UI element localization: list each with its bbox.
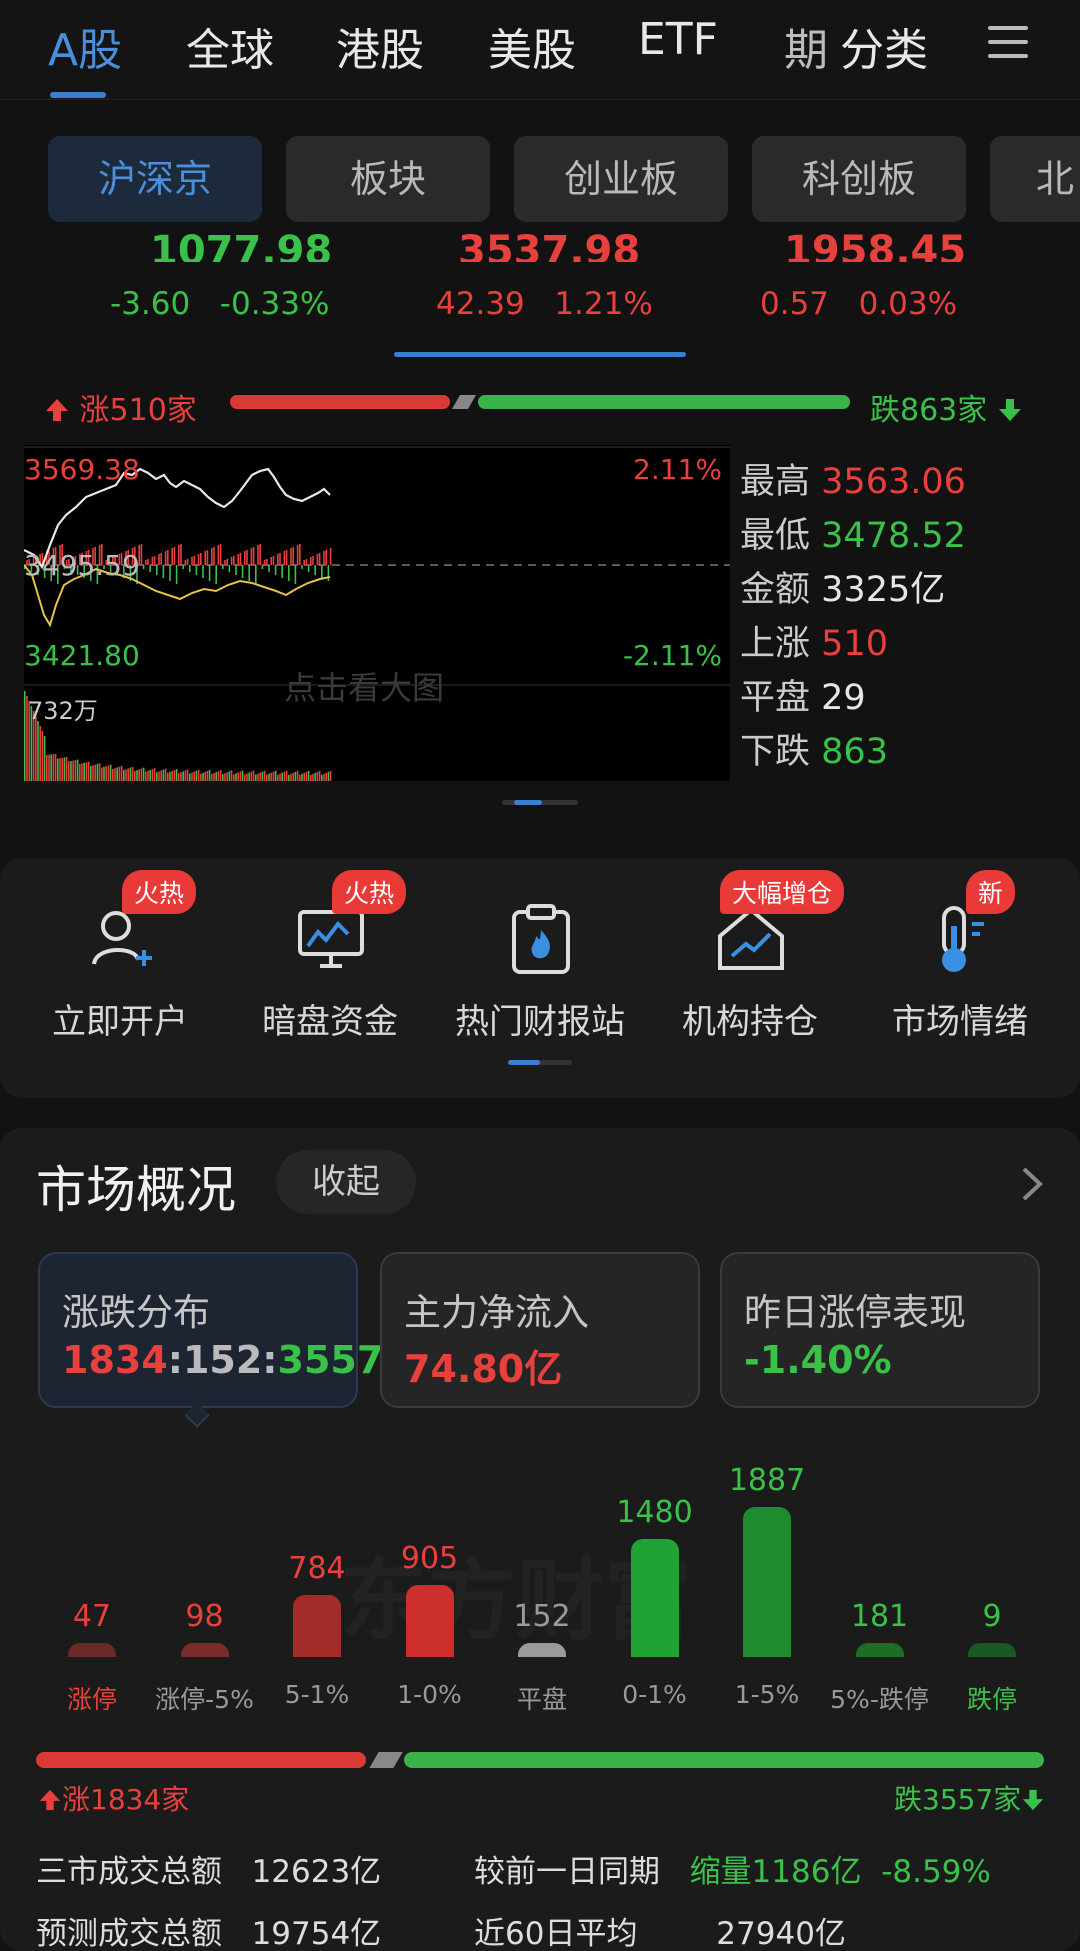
distribution-bar (518, 1643, 566, 1657)
distribution-label: 平盘 (516, 1685, 567, 1714)
tab-us[interactable]: 美股 (488, 14, 576, 78)
page-indicator (502, 800, 578, 805)
arrow-up-icon (39, 1789, 61, 1811)
distribution-value: 181 (850, 1598, 909, 1634)
subtab-hushenjing[interactable]: 沪深京 (48, 136, 262, 222)
stat-high: 最高 3563.06 (740, 462, 966, 502)
distribution-value: 784 (288, 1550, 346, 1586)
distribution-value: 152 (513, 1599, 571, 1634)
up-total: 涨1834家 (38, 1778, 189, 1818)
up-ratio-bar (36, 1752, 366, 1768)
distribution-value: 905 (400, 1541, 459, 1577)
tab-category[interactable]: 分类 (840, 14, 928, 78)
tab-a-shares[interactable]: A股 (48, 14, 122, 78)
stat-down: 下跌 863 (740, 732, 888, 772)
chart-high-pct: 2.11% (633, 453, 722, 486)
down-ratio-bar (478, 395, 850, 409)
chart-low-pct: -2.11% (622, 639, 722, 672)
tab-futures[interactable]: 期 (784, 14, 828, 78)
shortcut-page-indicator (508, 1060, 572, 1065)
stat-low: 最低 3478.52 (740, 516, 966, 556)
stat-amount: 金额 3325亿 (740, 570, 946, 610)
chart-watermark: 点击看大图 (284, 669, 445, 707)
distribution-label: 5-1% (284, 1680, 350, 1709)
distribution-label: 1-5% (734, 1680, 800, 1709)
active-tab-indicator (50, 92, 106, 98)
distribution-value: 1887 (728, 1463, 806, 1498)
hot-badge: 火热 (122, 870, 197, 914)
volume-label: 732万 (28, 697, 98, 725)
distribution-bar (293, 1594, 341, 1657)
index-stats: 最高 3563.06 最低 3478.52 金额 3325亿 上涨 510 平盘… (740, 455, 966, 779)
market-title: 市场概况 (36, 1161, 236, 1219)
chart-low-label: 3421.80 (24, 639, 140, 672)
distribution-label: 涨停 (66, 1685, 117, 1714)
stat-up: 上涨 510 (740, 624, 888, 664)
chart-high-label: 3569.38 (24, 453, 140, 486)
index-value[interactable]: 3537.98 (458, 228, 640, 262)
chart-mid-label: 3495.59 (24, 549, 140, 582)
distribution-bar (630, 1539, 679, 1657)
down-count: 跌863家 (870, 385, 1023, 429)
index-change: 0.57 0.03% (760, 286, 958, 322)
subtab-chinext[interactable]: 创业板 (514, 136, 728, 222)
index-change: 42.39 1.21% (436, 286, 653, 322)
distribution-bar (743, 1507, 791, 1657)
distribution-value: 47 (72, 1599, 112, 1634)
distribution-value: 1480 (616, 1495, 693, 1531)
rise-fall-distribution-box[interactable]: 涨跌分布 1834:152:3557 (38, 1252, 383, 1408)
stat-flat: 平盘 29 (740, 678, 866, 718)
up-ratio-bar (230, 395, 450, 409)
index-change: -3.60 -0.33% (110, 286, 330, 322)
intraday-chart[interactable]: 3569.38 3495.59 3421.80 2.11% -2.11% 732… (23, 445, 730, 781)
flat-ratio-bar (451, 395, 477, 409)
distribution-label: 5%-跌停 (830, 1685, 929, 1714)
collapse-button[interactable]: 收起 (276, 1150, 416, 1214)
distribution-value: 9 (982, 1599, 1002, 1634)
market-tab-bar: A股 全球 港股 美股 ETF 期 分类 (0, 0, 1080, 100)
increase-badge: 大幅增仓 (720, 870, 845, 914)
avg-row: 近60日平均 27940亿 (474, 1916, 846, 1951)
index-value[interactable]: 1958.45 (784, 228, 966, 262)
down-total: 跌3557家 (894, 1778, 1045, 1818)
up-count: 涨510家 (44, 385, 197, 429)
subtab-sector[interactable]: 板块 (286, 136, 490, 222)
distribution-label: 涨停-5% (155, 1685, 254, 1714)
tab-hk[interactable]: 港股 (336, 14, 424, 78)
turnover-row: 三市成交总额 12623亿 (36, 1854, 382, 1890)
hot-badge: 火热 (332, 870, 407, 914)
tab-etf[interactable]: ETF (638, 14, 718, 65)
distribution-bar (68, 1643, 116, 1657)
main-inflow-box[interactable]: 主力净流入 74.80亿 (380, 1252, 700, 1408)
index-carousel-indicator (394, 352, 686, 357)
distribution-bar (855, 1642, 904, 1657)
distribution-bar (180, 1643, 229, 1657)
distribution-bar (968, 1643, 1016, 1657)
subtab-star[interactable]: 科创板 (752, 136, 966, 222)
down-ratio-bar (404, 1752, 1044, 1768)
tab-global[interactable]: 全球 (186, 14, 274, 78)
compare-row: 较前一日同期 缩量1186亿 -8.59% (474, 1854, 991, 1890)
new-badge: 新 (966, 870, 1016, 914)
distribution-label: 跌停 (966, 1685, 1017, 1714)
distribution-value: 98 (185, 1599, 224, 1634)
chevron-right-icon[interactable] (1020, 1166, 1044, 1202)
arrow-up-icon (46, 399, 68, 421)
limit-up-performance-box[interactable]: 昨日涨停表现 -1.40% (720, 1252, 1040, 1408)
subtab-bse[interactable]: 北 (990, 136, 1080, 222)
fire-clipboard-icon (512, 904, 570, 974)
arrow-down-icon (998, 399, 1021, 421)
distribution-bar (405, 1585, 454, 1657)
distribution-label: 1-0% (397, 1680, 462, 1709)
arrow-down-icon (1023, 1789, 1044, 1811)
forecast-row: 预测成交总额 19754亿 (36, 1916, 382, 1951)
distribution-label: 0-1% (622, 1680, 687, 1709)
index-value[interactable]: 1077.98 (150, 228, 332, 262)
menu-icon[interactable] (988, 26, 1028, 58)
